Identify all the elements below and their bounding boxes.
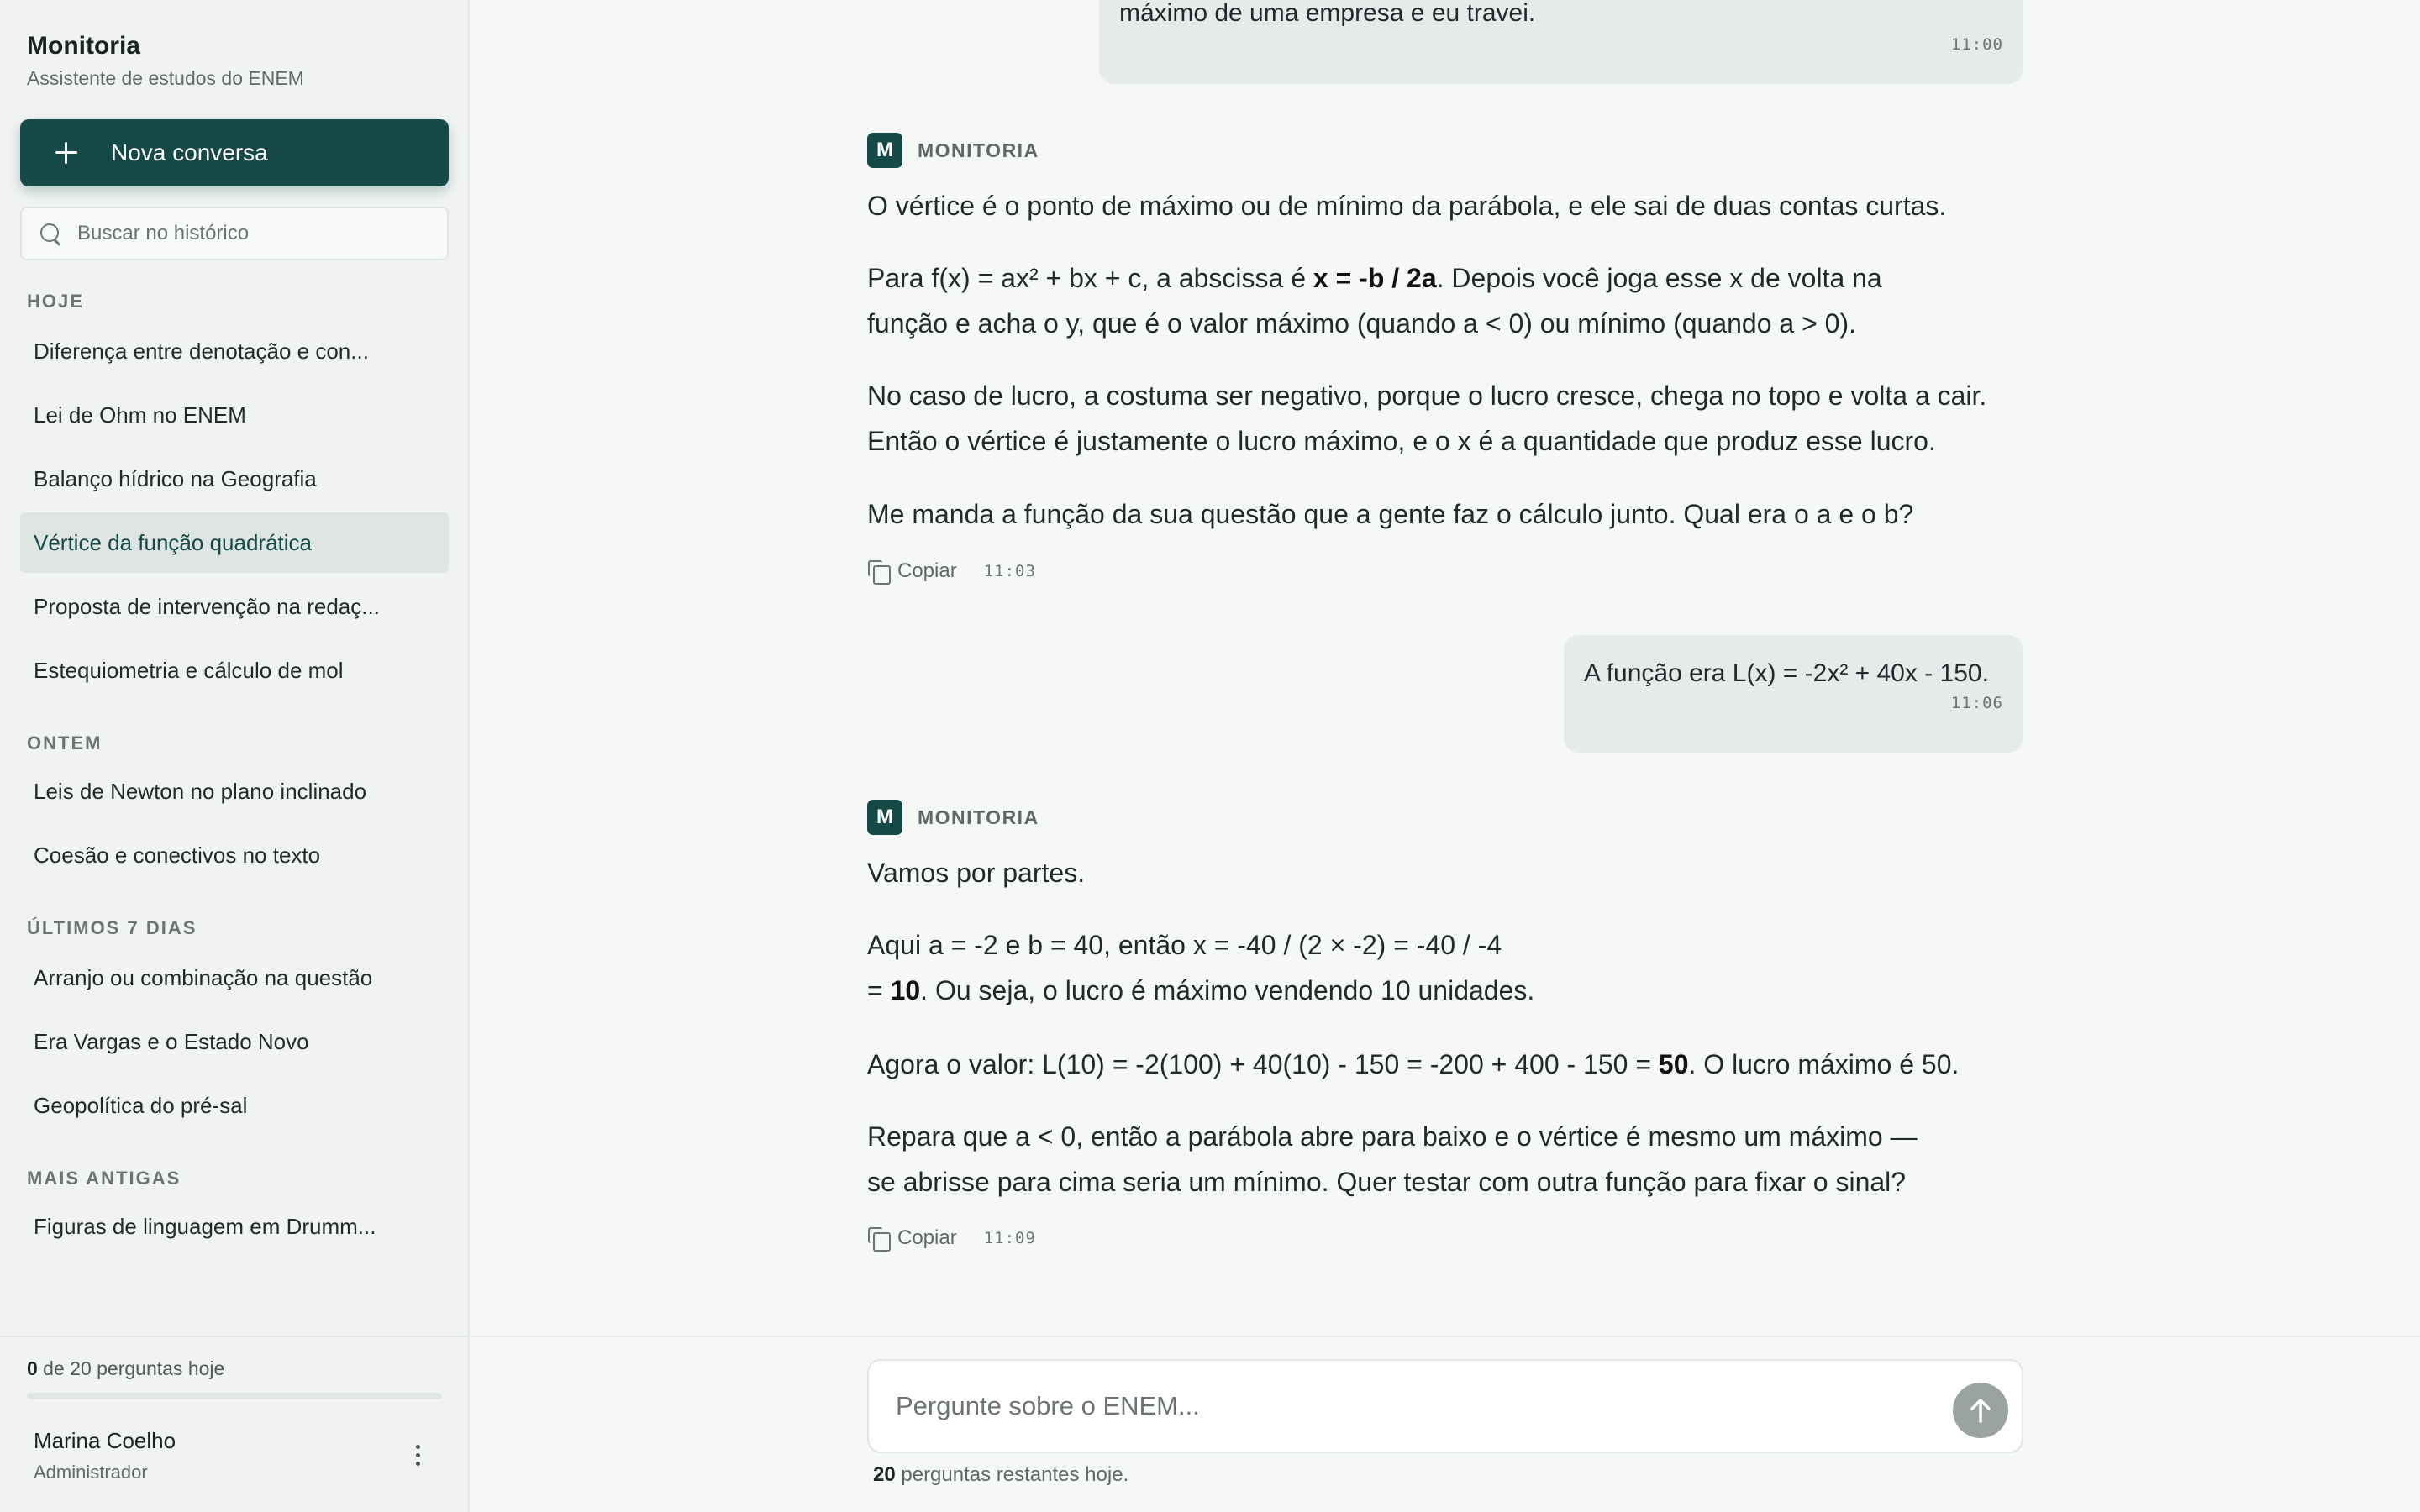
avatar: M — [867, 800, 902, 835]
quota-text: 0 de 20 perguntas hoje — [27, 1357, 224, 1380]
text-span: Aqui a = -2 e b = 40, então x = -40 / (2… — [867, 930, 1502, 960]
user-role: Administrador — [34, 1462, 148, 1483]
quota-used: 0 — [27, 1357, 38, 1379]
quota-label: de 20 perguntas hoje — [37, 1357, 225, 1379]
search-icon — [39, 222, 62, 245]
message-time: 11:06 — [1950, 694, 2003, 712]
question-input[interactable] — [896, 1391, 1904, 1421]
section-older: MAIS ANTIGAS — [27, 1168, 182, 1189]
history-item[interactable]: Lei de Ohm no ENEM — [20, 385, 449, 445]
app-subtitle: Assistente de estudos do ENEM — [27, 67, 304, 89]
history-item[interactable]: Coesão e conectivos no texto — [20, 825, 449, 885]
chat-main: máximo de uma empresa e eu travei. 11:00… — [471, 0, 2420, 1512]
bot-paragraph: Repara que a < 0, então a parábola abre … — [867, 1114, 1918, 1205]
history-item[interactable]: Figuras de linguagem em Drumm... — [20, 1196, 449, 1257]
message-time: 11:03 — [983, 562, 1036, 580]
user-name: Marina Coelho — [34, 1428, 176, 1453]
history-item-active[interactable]: Vértice da função quadrática — [20, 512, 449, 573]
text-span: se abrisse para cima seria um mínimo. Qu… — [867, 1167, 1907, 1197]
text-span: . Depois você joga esse x de volta na — [1436, 263, 1882, 293]
history-search-input[interactable] — [77, 222, 430, 245]
remaining-count: 20 — [873, 1463, 896, 1486]
text-span: = — [867, 975, 891, 1005]
new-chat-button[interactable]: Nova conversa — [20, 119, 449, 186]
user-message: A função era L(x) = -2x² + 40x - 150. 11… — [1564, 635, 2023, 753]
bot-paragraph: Para f(x) = ax² + bx + c, a abscissa é x… — [867, 255, 1882, 346]
copy-button[interactable]: Copiar — [867, 1226, 957, 1252]
copy-icon — [867, 1226, 891, 1252]
composer-area: 20 perguntas restantes hoje. — [471, 1336, 2420, 1512]
bot-message-header: M MONITORIA — [867, 133, 1039, 168]
plus-icon — [54, 140, 79, 165]
history-item[interactable]: Diferença entre denotação e con... — [20, 321, 449, 381]
bot-paragraph: Vamos por partes. — [867, 858, 1086, 888]
copy-button[interactable]: Copiar — [867, 559, 957, 585]
bot-name: MONITORIA — [918, 806, 1039, 828]
user-message: máximo de uma empresa e eu travei. 11:00 — [1099, 0, 2023, 84]
history-item[interactable]: Proposta de intervenção na redaç... — [20, 576, 449, 637]
user-message-text: A função era L(x) = -2x² + 40x - 150. — [1584, 659, 1989, 687]
message-time: 11:09 — [983, 1229, 1036, 1247]
history-item[interactable]: Balanço hídrico na Geografia — [20, 449, 449, 509]
text-span: Agora o valor: L(10) = -2(100) + 40(10) … — [867, 1049, 1659, 1079]
new-chat-label: Nova conversa — [111, 139, 268, 165]
bot-paragraph: Agora o valor: L(10) = -2(100) + 40(10) … — [867, 1042, 1959, 1087]
copy-label: Copiar — [897, 1226, 957, 1249]
app-title: Monitoria — [27, 32, 140, 60]
bot-paragraph: Aqui a = -2 e b = 40, então x = -40 / (2… — [867, 922, 1534, 1013]
text-span: No caso de lucro, a costuma ser negativo… — [867, 381, 1987, 411]
section-last-7-days: ÚLTIMOS 7 DIAS — [27, 917, 197, 938]
history-search — [20, 207, 449, 260]
history-item[interactable]: Era Vargas e o Estado Novo — [20, 1011, 449, 1072]
history-item[interactable]: Geopolítica do pré-sal — [20, 1075, 449, 1136]
bot-paragraph: Me manda a função da sua questão que a g… — [867, 499, 1914, 529]
more-options-icon[interactable] — [412, 1445, 424, 1473]
text-span: função e acha o y, que é o valor máximo … — [867, 308, 1856, 339]
copy-icon — [867, 559, 891, 585]
section-today: HOJE — [27, 291, 84, 312]
remaining-questions: 20 perguntas restantes hoje. — [873, 1463, 1128, 1487]
message-time: 11:00 — [1950, 35, 2003, 54]
bot-name: MONITORIA — [918, 139, 1039, 161]
message-actions: Copiar 11:09 — [867, 1226, 1036, 1252]
sidebar-footer: 0 de 20 perguntas hoje Marina Coelho Adm… — [0, 1336, 470, 1512]
formula-bold: x = -b / 2a — [1313, 263, 1437, 293]
text-span: . Ou seja, o lucro é máximo vendendo 10 … — [920, 975, 1535, 1005]
avatar: M — [867, 133, 902, 168]
text-span: Para f(x) = ax² + bx + c, a abscissa é — [867, 263, 1313, 293]
bot-paragraph: O vértice é o ponto de máximo ou de míni… — [867, 191, 1947, 221]
bot-paragraph: No caso de lucro, a costuma ser negativo… — [867, 373, 1986, 464]
remaining-label: perguntas restantes hoje. — [895, 1463, 1129, 1486]
text-span: . O lucro máximo é 50. — [1688, 1049, 1960, 1079]
sidebar: Monitoria Assistente de estudos do ENEM … — [0, 0, 470, 1512]
send-button[interactable] — [1953, 1383, 2008, 1438]
text-span: Repara que a < 0, então a parábola abre … — [867, 1121, 1918, 1152]
quota-progress-bar — [27, 1393, 442, 1399]
arrow-up-icon — [1970, 1399, 1991, 1423]
result-bold: 50 — [1658, 1049, 1689, 1079]
user-message-text: máximo de uma empresa e eu travei. — [1119, 0, 1536, 27]
history-item[interactable]: Leis de Newton no plano inclinado — [20, 761, 449, 822]
composer — [867, 1359, 2023, 1453]
bot-message-header: M MONITORIA — [867, 800, 1039, 835]
result-bold: 10 — [890, 975, 921, 1005]
section-yesterday: ONTEM — [27, 732, 103, 753]
history-item[interactable]: Arranjo ou combinação na questão — [20, 948, 449, 1008]
history-item[interactable]: Estequiometria e cálculo de mol — [20, 640, 449, 701]
text-span: Então o vértice é justamente o lucro máx… — [867, 426, 1936, 456]
message-actions: Copiar 11:03 — [867, 559, 1036, 585]
copy-label: Copiar — [897, 559, 957, 582]
